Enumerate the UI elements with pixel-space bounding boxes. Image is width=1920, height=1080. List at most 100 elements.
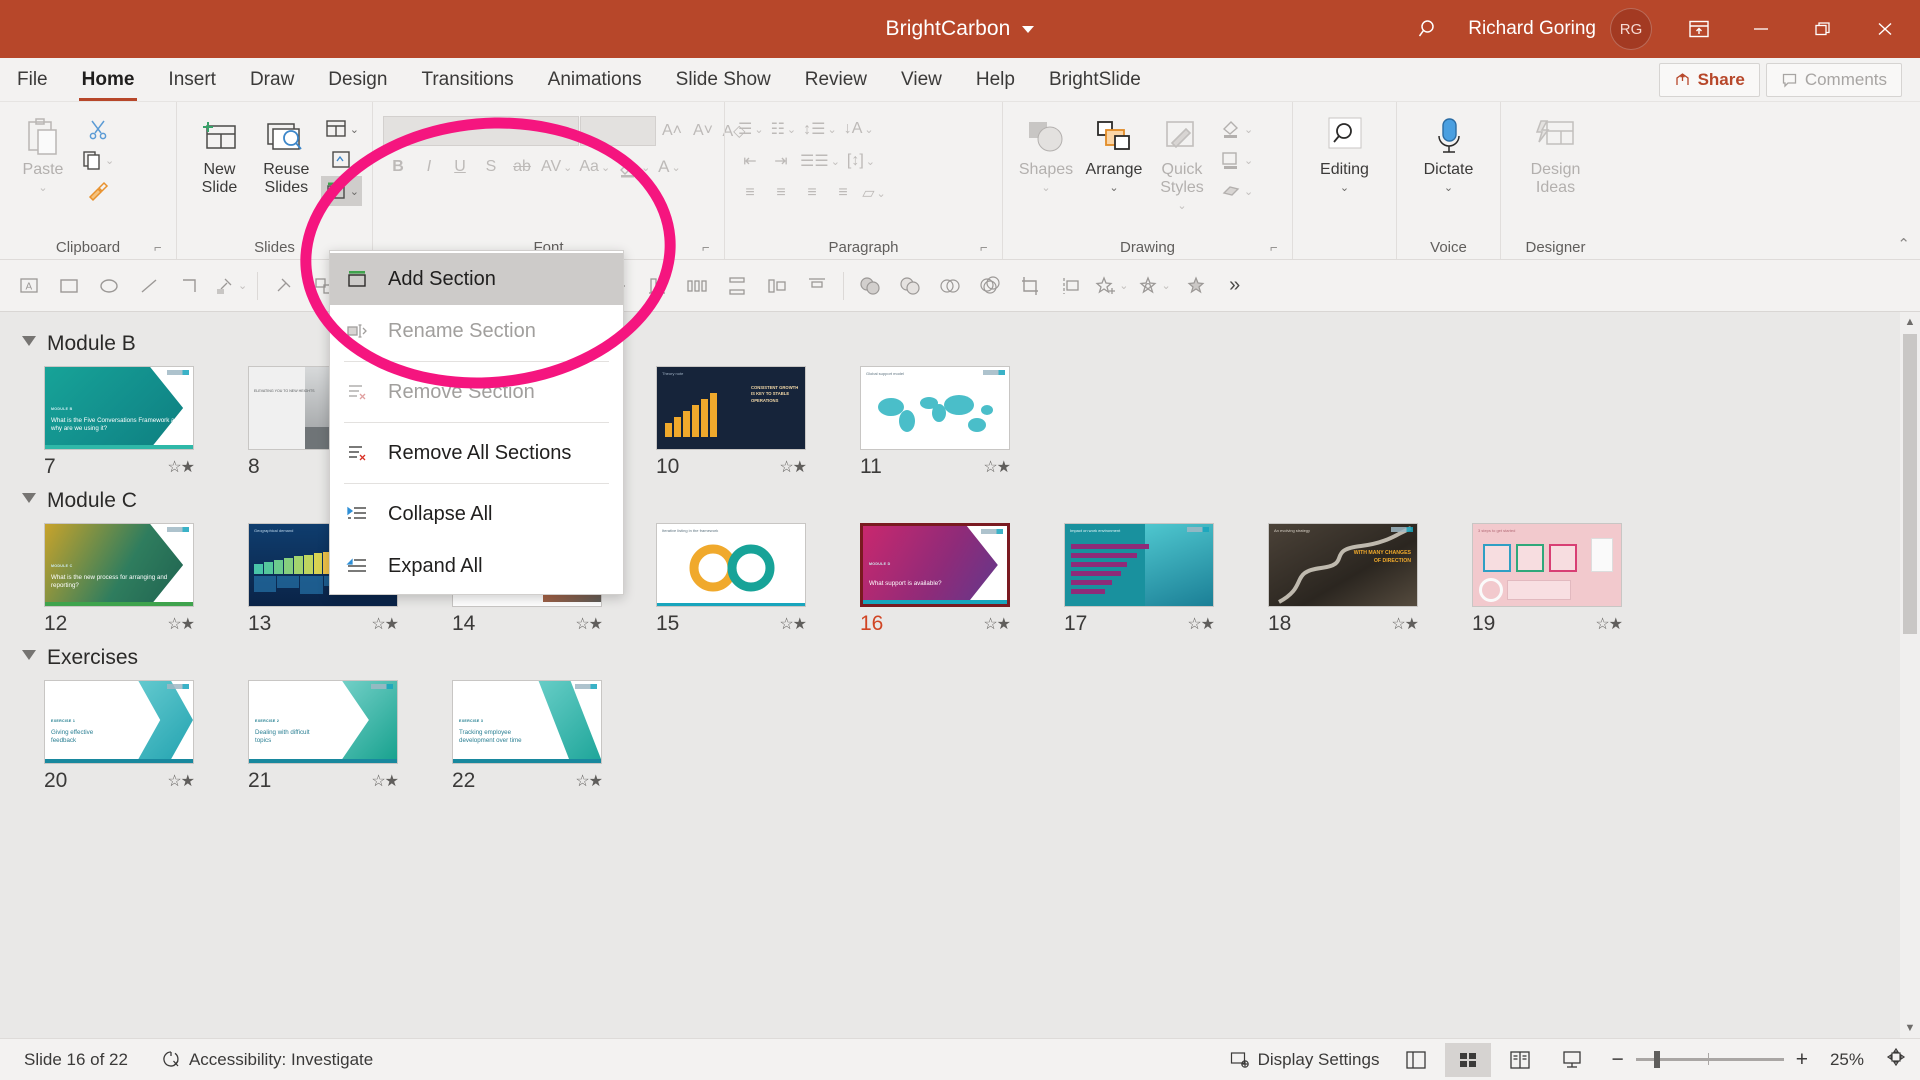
- user-name[interactable]: Richard Goring: [1458, 18, 1610, 40]
- scroll-up-arrow-icon[interactable]: ▲: [1900, 312, 1920, 332]
- clipboard-dialog-launcher[interactable]: ⌐: [154, 241, 168, 255]
- slide-thumb-15[interactable]: Iterative listing in the framework 15 ☆★: [656, 523, 860, 636]
- zoom-slider[interactable]: [1635, 1051, 1784, 1068]
- slide-animation-star-icon[interactable]: ☆★: [575, 771, 603, 791]
- tab-design[interactable]: Design: [311, 58, 404, 101]
- tab-animations[interactable]: Animations: [531, 58, 659, 101]
- drawing-dialog-launcher[interactable]: ⌐: [1270, 241, 1284, 255]
- line-tool-icon[interactable]: [130, 266, 168, 306]
- scroll-down-arrow-icon[interactable]: ▼: [1900, 1018, 1920, 1038]
- restore-button[interactable]: [1792, 0, 1854, 58]
- columns-button[interactable]: ☰☰ ⌄: [797, 146, 843, 176]
- zoom-out-button[interactable]: −: [1611, 1048, 1623, 1072]
- paste-button[interactable]: Paste ⌄: [10, 110, 76, 196]
- slide-animation-star-icon[interactable]: ☆★: [167, 457, 195, 477]
- format-painter-button[interactable]: [78, 176, 117, 206]
- justify-button[interactable]: ≡: [828, 178, 858, 208]
- section-header-module-b[interactable]: Module B: [0, 326, 1920, 366]
- character-spacing-button[interactable]: AV ⌄: [538, 152, 575, 182]
- paste-chevron-down-icon[interactable]: ⌄: [38, 182, 47, 194]
- design-ideas-button[interactable]: Design Ideas: [1511, 110, 1600, 199]
- section-collapse-triangle-icon[interactable]: [22, 649, 36, 667]
- same-height-icon[interactable]: [798, 266, 836, 306]
- slide-thumbnail[interactable]: EXERCISE 2 Dealing with difficult topics: [248, 680, 398, 764]
- slide-thumbnail[interactable]: Theory note CONSISTENT GROWTH IS KEY TO …: [656, 366, 806, 450]
- slide-thumbnail[interactable]: MODULE B What is the Five Conversations …: [44, 366, 194, 450]
- ribbon-display-options-icon[interactable]: [1668, 0, 1730, 58]
- tab-review[interactable]: Review: [788, 58, 884, 101]
- slide-thumb-19[interactable]: 3 steps to get started 19 ☆★: [1472, 523, 1676, 636]
- slide-thumb-20[interactable]: EXERCISE 1 Giving effective feedback 20 …: [44, 680, 248, 793]
- zoom-level-label[interactable]: 25%: [1820, 1050, 1864, 1070]
- slide-thumbnail[interactable]: Impact on work environment: [1064, 523, 1214, 607]
- favorite-star-icon[interactable]: [1176, 266, 1214, 306]
- crop-icon[interactable]: [1011, 266, 1049, 306]
- bullets-button[interactable]: ☰ ⌄: [735, 114, 767, 144]
- tab-view[interactable]: View: [884, 58, 959, 101]
- slide-show-view-button[interactable]: [1549, 1043, 1595, 1077]
- section-collapse-triangle-icon[interactable]: [22, 335, 36, 353]
- tab-insert[interactable]: Insert: [151, 58, 233, 101]
- search-icon[interactable]: [1400, 0, 1458, 58]
- section-header-exercises[interactable]: Exercises: [0, 640, 1920, 680]
- elbow-connector-tool-icon[interactable]: [170, 266, 208, 306]
- normal-view-button[interactable]: [1393, 1043, 1439, 1077]
- new-slide-button[interactable]: New Slide: [187, 110, 252, 199]
- shape-effects-button[interactable]: ⌄: [1217, 176, 1256, 206]
- slide-thumbnail[interactable]: MODULE C What is the new process for arr…: [44, 523, 194, 607]
- slide-thumbnail[interactable]: EXERCISE 1 Giving effective feedback: [44, 680, 194, 764]
- collapse-ribbon-chevron-up-icon[interactable]: ⌃: [1897, 235, 1910, 253]
- increase-font-size-button[interactable]: A˄: [657, 116, 687, 146]
- align-right-button[interactable]: ≡: [797, 178, 827, 208]
- slide-animation-star-icon[interactable]: ☆★: [167, 771, 195, 791]
- menu-item-add-section[interactable]: Add Section: [330, 253, 623, 305]
- menu-item-remove-all-sections[interactable]: Remove All Sections: [330, 427, 623, 479]
- text-highlight-color-button[interactable]: ⌄: [614, 152, 653, 182]
- font-size-input[interactable]: [580, 116, 656, 146]
- slide-animation-star-icon[interactable]: ☆★: [1595, 614, 1623, 634]
- fit-slide-to-window-button[interactable]: [1876, 1047, 1912, 1072]
- slide-counter[interactable]: Slide 16 of 22: [16, 1046, 136, 1074]
- font-color-button[interactable]: A ⌄: [654, 152, 684, 182]
- shape-outline-button[interactable]: ⌄: [1217, 145, 1256, 175]
- numbering-button[interactable]: ☷ ⌄: [768, 114, 800, 144]
- slide-sorter-view-button[interactable]: [1445, 1042, 1492, 1077]
- align-text-button[interactable]: [↕] ⌄: [844, 146, 878, 176]
- section-collapse-triangle-icon[interactable]: [22, 492, 36, 510]
- slide-thumb-11[interactable]: Global support model 11 ☆★: [860, 366, 1064, 479]
- dictate-button[interactable]: Dictate ⌄: [1407, 110, 1490, 196]
- document-title-chevron-down-icon[interactable]: [1022, 25, 1035, 33]
- pick-up-style-icon[interactable]: ⌄: [210, 266, 250, 306]
- align-center-button[interactable]: ≡: [766, 178, 796, 208]
- distribute-vertical-icon[interactable]: [718, 266, 756, 306]
- slide-thumb-17[interactable]: Impact on work environment 17 ☆★: [1064, 523, 1268, 636]
- slide-thumb-18[interactable]: An evolving strategy WITH MANY CHANGES O…: [1268, 523, 1472, 636]
- copy-button[interactable]: ⌄: [78, 145, 117, 175]
- text-direction-button[interactable]: ↓A ⌄: [841, 114, 877, 144]
- underline-button[interactable]: U: [445, 152, 475, 182]
- decrease-indent-button[interactable]: ⇤: [735, 146, 765, 176]
- align-left-button[interactable]: ≡: [735, 178, 765, 208]
- minimize-button[interactable]: [1730, 0, 1792, 58]
- rectangle-tool-icon[interactable]: [50, 266, 88, 306]
- paste-style-icon[interactable]: [265, 266, 303, 306]
- ellipse-tool-icon[interactable]: [90, 266, 128, 306]
- text-shadow-button[interactable]: S: [476, 152, 506, 182]
- cut-button[interactable]: [78, 114, 117, 144]
- star-settings-icon[interactable]: ⌄: [1133, 266, 1173, 306]
- tab-home[interactable]: Home: [65, 58, 152, 101]
- line-spacing-button[interactable]: ↕☰ ⌄: [800, 114, 840, 144]
- reset-slide-button[interactable]: [321, 145, 362, 175]
- strikethrough-button[interactable]: ab: [507, 152, 537, 182]
- slide-animation-star-icon[interactable]: ☆★: [779, 614, 807, 634]
- menu-item-collapse-all[interactable]: Collapse All: [330, 488, 623, 540]
- distribute-horizontal-icon[interactable]: [678, 266, 716, 306]
- slide-animation-star-icon[interactable]: ☆★: [371, 614, 399, 634]
- same-width-icon[interactable]: [758, 266, 796, 306]
- zoom-slider-handle[interactable]: [1653, 1051, 1660, 1068]
- tab-brightslide[interactable]: BrightSlide: [1032, 58, 1158, 101]
- tab-help[interactable]: Help: [959, 58, 1032, 101]
- slide-animation-star-icon[interactable]: ☆★: [1391, 614, 1419, 634]
- tab-slide-show[interactable]: Slide Show: [659, 58, 788, 101]
- slide-thumbnail[interactable]: Global support model: [860, 366, 1010, 450]
